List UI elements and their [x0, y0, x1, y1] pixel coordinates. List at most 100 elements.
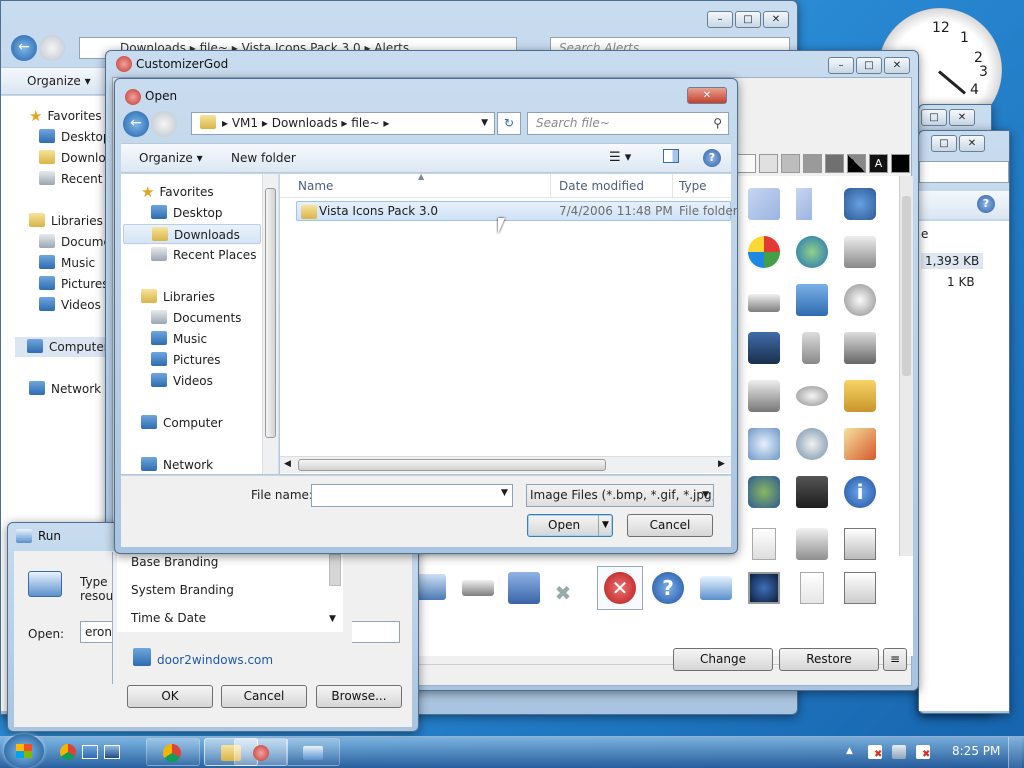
start-button[interactable] [4, 734, 44, 768]
close-button[interactable]: ✕ [959, 135, 985, 152]
minimize-button[interactable]: – [828, 57, 854, 74]
close-button[interactable]: ✕ [763, 11, 789, 28]
taskbar-run[interactable] [286, 738, 340, 766]
search-input[interactable] [919, 161, 1009, 183]
taskbar-clock[interactable]: 8:25 PM [952, 744, 1000, 758]
ghost-icon[interactable] [796, 188, 812, 220]
preview-pane-icon[interactable] [663, 149, 679, 163]
browse-button[interactable]: Browse... [316, 685, 402, 708]
volume-tray-icon[interactable]: ✖ [916, 745, 930, 760]
color-swatch[interactable] [759, 154, 778, 173]
list-scrollbar[interactable] [329, 554, 341, 586]
nav-desktop[interactable]: Desktop [151, 203, 223, 223]
users-icon[interactable] [748, 476, 780, 508]
table-row[interactable]: Vista Icons Pack 3.0 7/4/2006 11:48 PM F… [296, 201, 738, 221]
address-segment[interactable]: Downloads [272, 116, 338, 130]
close-button[interactable]: ✕ [884, 57, 910, 74]
scroll-down-arrow[interactable]: ▼ [329, 614, 336, 624]
nav-computer[interactable]: Computer [141, 413, 223, 433]
organize-button[interactable]: Organize ▾ [27, 74, 91, 88]
action-center-icon[interactable]: ✖ [868, 745, 882, 760]
color-swatch[interactable] [803, 154, 822, 173]
column-divider[interactable] [550, 174, 551, 198]
document-icon[interactable] [752, 528, 776, 560]
filename-dropdown-arrow[interactable]: ▼ [501, 488, 508, 498]
lock-icon[interactable] [844, 380, 876, 412]
taskbar-chrome[interactable] [146, 738, 200, 766]
dvd-drive-icon[interactable] [844, 284, 876, 316]
restore-button[interactable]: Restore [779, 648, 879, 671]
globe-icon[interactable] [796, 236, 828, 268]
cancel-button[interactable]: Cancel [627, 514, 713, 537]
column-type[interactable]: Type [679, 179, 707, 193]
gear-icon[interactable] [796, 428, 828, 460]
filetype-select[interactable]: Image Files (*.bmp, *.gif, *.jpg, ▼ [526, 484, 714, 507]
close-button[interactable]: ✕ [949, 109, 975, 126]
address-segment[interactable]: file~ [351, 116, 379, 130]
color-swatch[interactable] [891, 154, 910, 173]
network-tray-icon[interactable] [892, 745, 906, 759]
column-divider[interactable] [672, 174, 673, 198]
tray-arrow-icon[interactable]: ▲ [846, 746, 853, 756]
view-options-icon[interactable]: ☰ ▾ [609, 150, 631, 165]
nav-computer[interactable]: Computer [15, 337, 111, 357]
settings-icon[interactable] [748, 428, 780, 460]
new-folder-button[interactable]: New folder [231, 151, 296, 165]
camcorder-icon[interactable] [748, 332, 780, 364]
switch-windows-quicklaunch-icon[interactable] [104, 745, 120, 759]
nav-favorites[interactable]: ★ Favorites [141, 182, 214, 202]
back-button[interactable]: ← [123, 111, 149, 137]
search-icon[interactable]: ⚲ [713, 113, 722, 134]
nav-desktop[interactable]: Desktop [39, 127, 111, 147]
puzzle-icon[interactable] [844, 188, 876, 220]
search-input[interactable]: Search file~ ⚲ [527, 112, 729, 135]
nav-music[interactable]: Music [151, 329, 207, 349]
nav-libraries[interactable]: Libraries [141, 287, 215, 307]
color-swatch[interactable] [847, 154, 866, 173]
secure-drive-icon[interactable] [844, 332, 876, 364]
color-swatch[interactable]: A [869, 154, 888, 173]
document-icon[interactable] [800, 572, 824, 604]
maximize-button[interactable]: □ [735, 11, 761, 28]
taskbar-customizergod[interactable] [234, 738, 288, 766]
maximize-button[interactable]: □ [921, 109, 947, 126]
chrome-quicklaunch-icon[interactable] [60, 744, 76, 760]
printer-icon[interactable] [844, 236, 876, 268]
address-bar[interactable]: ▸ VM1 ▸ Downloads ▸ file~ ▸ ▼ [191, 112, 495, 135]
scroll-left-arrow[interactable]: ◀ [284, 459, 291, 469]
run-icon[interactable] [700, 576, 732, 600]
door2windows-link[interactable]: door2windows.com [133, 648, 273, 670]
network-icon[interactable] [796, 284, 828, 316]
cancel-button[interactable]: Cancel [221, 685, 307, 708]
error-icon[interactable]: ✕ [604, 572, 636, 604]
nav-pictures[interactable]: Pictures [151, 350, 221, 370]
change-button[interactable]: Change [673, 648, 773, 671]
list-item[interactable]: System Branding [131, 580, 234, 600]
close-button[interactable]: ✕ [687, 87, 727, 104]
nav-network[interactable]: Network [141, 455, 213, 475]
forward-button[interactable] [151, 111, 177, 137]
right-explorer-window[interactable]: □ ✕ ? e 1,393 KB 1 KB [918, 130, 1010, 714]
folder-icon[interactable] [508, 572, 540, 604]
close-icon[interactable]: ✖ [552, 582, 574, 604]
nav-recent-places[interactable]: Recent Places [151, 245, 256, 265]
forward-button[interactable] [39, 35, 65, 61]
column-name[interactable]: Name [298, 179, 333, 193]
refresh-button[interactable]: ↻ [497, 112, 521, 135]
phone-icon[interactable] [802, 332, 820, 364]
windows-logo-icon[interactable] [748, 236, 780, 268]
list-item[interactable]: Base Branding [131, 552, 218, 572]
monitor-icon[interactable] [748, 572, 780, 604]
address-dropdown-arrow[interactable]: ▼ [481, 113, 488, 134]
info-icon[interactable]: i [844, 476, 876, 508]
ghost-icon[interactable] [748, 188, 780, 220]
nav-scrollbar[interactable] [262, 174, 278, 474]
help-icon[interactable]: ? [703, 149, 721, 167]
mouse-icon[interactable] [796, 386, 828, 406]
paint-icon[interactable] [844, 428, 876, 460]
open-button[interactable]: Open ▼ [527, 514, 613, 537]
hscrollbar[interactable]: ◀ ▶ [280, 456, 731, 473]
color-swatch[interactable] [825, 154, 844, 173]
color-swatch[interactable] [737, 154, 756, 173]
nav-network[interactable]: Network [29, 379, 101, 399]
